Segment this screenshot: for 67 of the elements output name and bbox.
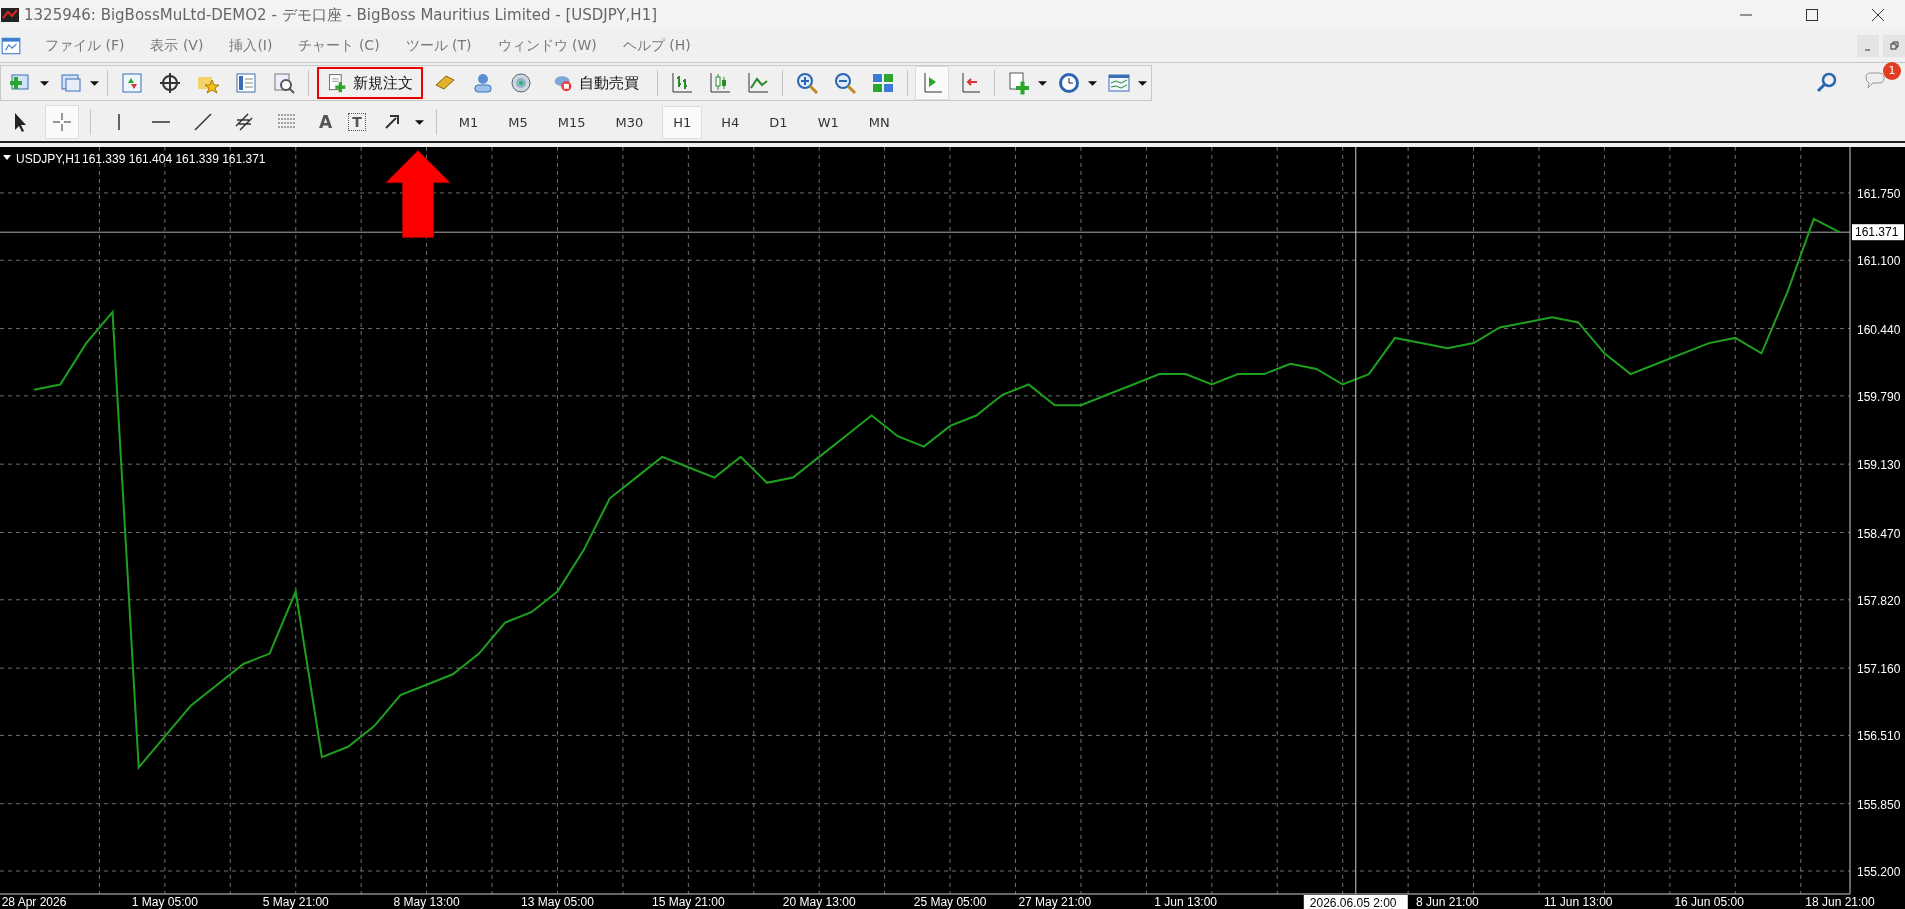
time-label: 20 May 13:00 bbox=[782, 895, 856, 909]
price-label: 159.130 bbox=[1857, 458, 1901, 473]
dropdown-arrow-icon[interactable] bbox=[90, 78, 99, 88]
menu-item[interactable]: ツール (T) bbox=[392, 37, 485, 55]
menu-item[interactable]: ヘルプ (H) bbox=[609, 37, 704, 55]
price-label: 160.440 bbox=[1857, 322, 1901, 337]
autotrade-button[interactable]: 自動売買 bbox=[543, 67, 649, 99]
window-title: 1325946: BigBossMuLtd-DEMO2 - デモ口座 - BigBoss Mauritius Limited - [USDJPY,H1] bbox=[24, 5, 658, 25]
price-label: 161.100 bbox=[1857, 254, 1901, 269]
price-label: 157.160 bbox=[1857, 662, 1901, 677]
timeframe-button[interactable]: M5 bbox=[498, 106, 538, 138]
time-label: 11 Jun 13:00 bbox=[1544, 895, 1613, 909]
child-restore-icon[interactable] bbox=[1883, 35, 1905, 57]
menu-item[interactable]: チャート (C) bbox=[285, 37, 393, 55]
price-label: 155.200 bbox=[1857, 865, 1901, 879]
time-label: 1 Jun 13:00 bbox=[1154, 895, 1217, 909]
new-order-button[interactable]: 新規注文 bbox=[317, 67, 423, 99]
timeframe-button[interactable]: MN bbox=[858, 106, 900, 138]
timeframe-button[interactable]: H4 bbox=[711, 106, 750, 138]
time-label: 15 May 21:00 bbox=[652, 895, 725, 909]
legend-triangle-icon bbox=[3, 155, 11, 160]
menu-item[interactable]: 表示 (V) bbox=[137, 37, 217, 55]
timeframe-button[interactable]: M1 bbox=[448, 106, 489, 138]
time-label: 16 Jun 05:00 bbox=[1674, 895, 1744, 909]
timeframe-button[interactable]: M30 bbox=[605, 106, 654, 138]
time-label: 1 May 05:00 bbox=[131, 895, 198, 909]
timeframe-button[interactable]: D1 bbox=[759, 106, 798, 138]
crosshair-icon[interactable] bbox=[46, 106, 78, 138]
time-label: 8 Jun 21:00 bbox=[1416, 895, 1479, 909]
current-price-label: 161.371 bbox=[1852, 224, 1904, 241]
timeframe-button[interactable]: H1 bbox=[663, 106, 702, 138]
menu-item[interactable]: ウィンドウ (W) bbox=[484, 37, 610, 55]
maximize-icon[interactable] bbox=[1805, 8, 1819, 22]
symbol-label: USDJPY,H1 bbox=[16, 152, 81, 166]
autotrade-icon bbox=[553, 73, 573, 93]
menu-item[interactable]: ファイル (F) bbox=[32, 37, 138, 55]
close-icon[interactable] bbox=[1871, 8, 1885, 22]
price-label: 155.850 bbox=[1857, 797, 1901, 812]
dropdown-arrow-icon[interactable] bbox=[1138, 78, 1147, 88]
timeframe-button[interactable]: W1 bbox=[807, 106, 849, 138]
new-order-icon bbox=[327, 73, 347, 93]
time-label: 13 May 05:00 bbox=[521, 895, 594, 909]
chart-window-icon bbox=[0, 35, 22, 57]
timeframe-button[interactable]: M15 bbox=[547, 106, 596, 138]
price-label: 161.750 bbox=[1857, 186, 1901, 201]
time-label: 25 May 05:00 bbox=[913, 895, 987, 909]
time-label: 5 May 21:00 bbox=[262, 895, 329, 909]
dropdown-arrow-icon[interactable] bbox=[414, 117, 424, 127]
ohlc-values: 161.339 161.404 161.339 161.371 bbox=[82, 152, 266, 166]
price-label: 156.510 bbox=[1857, 729, 1901, 744]
time-label: 28 Apr 2026 bbox=[1, 895, 67, 909]
price-label: 158.470 bbox=[1857, 526, 1901, 541]
dropdown-arrow-icon[interactable] bbox=[1088, 78, 1097, 88]
time-label: 18 Jun 21:00 bbox=[1805, 895, 1875, 909]
menu-item[interactable]: 挿入(I) bbox=[216, 37, 286, 55]
dropdown-arrow-icon[interactable] bbox=[40, 78, 49, 88]
time-label: 27 May 21:00 bbox=[1018, 895, 1092, 909]
label-tool[interactable]: T bbox=[348, 113, 366, 131]
notification-badge: 1 bbox=[1883, 62, 1901, 80]
text-tool[interactable]: A bbox=[313, 112, 339, 132]
price-label: 159.790 bbox=[1857, 389, 1901, 404]
autoscroll-icon[interactable] bbox=[916, 67, 948, 99]
dropdown-arrow-icon[interactable] bbox=[1038, 78, 1047, 88]
app-icon bbox=[0, 5, 20, 25]
crosshair-time-label: 2026.06.05 2:00 bbox=[1303, 895, 1408, 909]
price-label: 157.820 bbox=[1857, 593, 1901, 608]
time-label: 8 May 13:00 bbox=[393, 895, 460, 909]
